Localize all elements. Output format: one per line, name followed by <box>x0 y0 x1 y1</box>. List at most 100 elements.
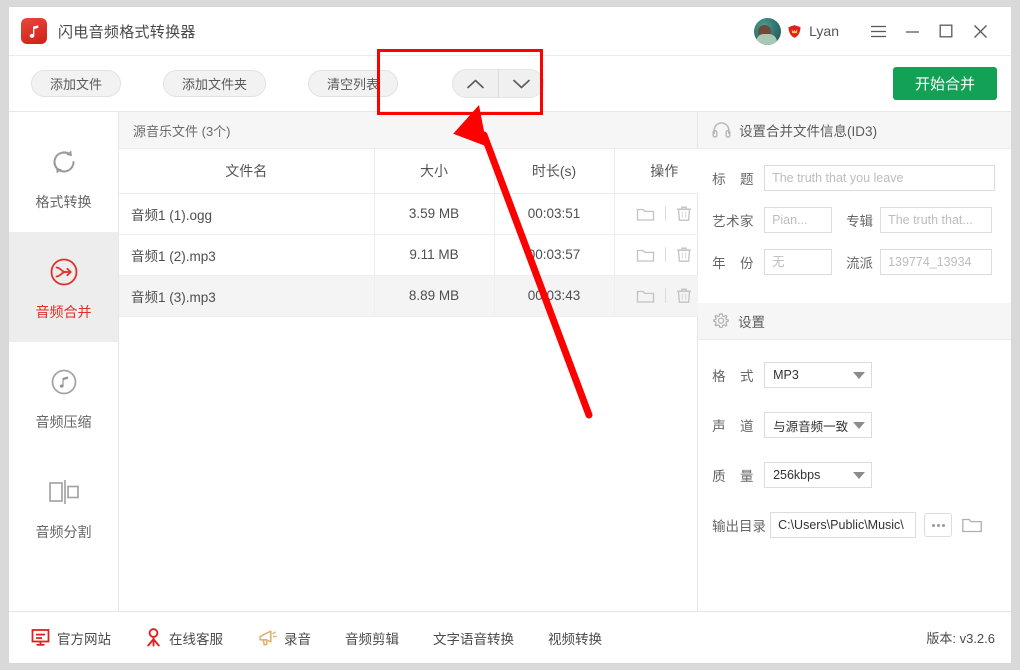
settings-section-title: 设置 <box>738 315 766 330</box>
year-genre-row: 年 份 无 流派 139774_13934 <box>712 249 995 275</box>
cell-size: 8.89 MB <box>373 275 494 317</box>
main-body: 格式转换 音频合并 音频压缩 音频分割 源音乐文件 (3个) 文件名 大小 时长… <box>9 112 1011 611</box>
record-audio-link[interactable]: 录音 <box>257 628 311 648</box>
table-row[interactable]: 音频1 (1).ogg 3.59 MB 00:03:51 <box>119 193 714 235</box>
title-input[interactable]: The truth that you leave <box>764 165 996 191</box>
album-input[interactable]: The truth that... <box>880 207 993 233</box>
sidebar-item-format-convert[interactable]: 格式转换 <box>9 122 118 232</box>
move-up-button[interactable] <box>453 70 498 97</box>
column-header-size: 大小 <box>373 149 494 194</box>
sidebar-item-label: 音频分割 <box>35 523 92 540</box>
start-merge-button[interactable]: 开始合并 <box>892 67 997 100</box>
artist-label: 艺术家 <box>712 214 755 229</box>
bottom-item-label: 文字语音转换 <box>433 631 514 647</box>
chevron-down-icon <box>853 371 866 379</box>
bottom-item-label: 视频转换 <box>548 631 602 647</box>
application-window: 闪电音频格式转换器 Lyan 添加文件 添加文件夹 清空列表 开始合并 格式转换… <box>8 6 1012 664</box>
clear-list-button[interactable]: 清空列表 <box>308 70 399 97</box>
folder-icon[interactable] <box>636 288 655 304</box>
trash-icon[interactable] <box>676 205 692 222</box>
format-value: MP3 <box>773 368 799 382</box>
move-order-group <box>452 69 545 98</box>
channel-row: 声 道 与源音频一致 <box>712 412 995 438</box>
ellipsis-browse-icon[interactable] <box>924 513 953 537</box>
open-folder-icon[interactable] <box>961 516 983 534</box>
move-down-button[interactable] <box>498 70 543 97</box>
settings-section-header: 设置 <box>698 303 1011 340</box>
person-support-icon <box>147 628 160 647</box>
quality-select[interactable]: 256kbps <box>764 462 873 488</box>
table-header-row: 文件名 大小 时长(s) 操作 <box>119 149 714 194</box>
id3-section-header: 设置合并文件信息(ID3) <box>698 112 1011 149</box>
folder-icon[interactable] <box>636 247 655 263</box>
maximize-icon[interactable] <box>929 16 963 46</box>
chevron-down-icon <box>853 471 866 479</box>
output-dir-label: 输出目录 <box>712 519 767 534</box>
add-folder-button[interactable]: 添加文件夹 <box>163 70 267 97</box>
file-list-panel: 源音乐文件 (3个) 文件名 大小 时长(s) 操作 音频1 (1).ogg 3… <box>119 112 714 611</box>
hamburger-menu-icon[interactable] <box>861 16 895 46</box>
sidebar-item-audio-merge[interactable]: 音频合并 <box>9 232 118 342</box>
monitor-website-icon <box>31 629 50 646</box>
text-to-speech-link[interactable]: 文字语音转换 <box>433 628 514 648</box>
file-list-header: 源音乐文件 (3个) <box>119 112 698 149</box>
video-convert-link[interactable]: 视频转换 <box>548 628 602 648</box>
operation-divider <box>665 288 667 303</box>
right-panel: 设置合并文件信息(ID3) 标 题 The truth that you lea… <box>698 112 1011 611</box>
add-file-button[interactable]: 添加文件 <box>31 70 122 97</box>
channel-label: 声 道 <box>712 419 755 434</box>
format-label: 格 式 <box>712 369 755 384</box>
cell-size: 9.11 MB <box>373 234 494 276</box>
user-account-area[interactable]: Lyan <box>754 17 839 45</box>
channel-select[interactable]: 与源音频一致 <box>764 412 873 438</box>
sidebar-item-audio-split[interactable]: 音频分割 <box>9 452 118 562</box>
chevron-down-icon <box>853 421 866 429</box>
chevron-up-icon <box>467 79 484 88</box>
title-label: 标 题 <box>712 172 755 187</box>
trash-icon[interactable] <box>676 246 692 263</box>
column-header-filename: 文件名 <box>119 149 374 194</box>
app-title: 闪电音频格式转换器 <box>58 23 196 41</box>
minimize-icon[interactable] <box>895 16 929 46</box>
online-support-link[interactable]: 在线客服 <box>145 628 223 648</box>
bottom-item-label: 录音 <box>284 631 311 647</box>
genre-input[interactable]: 139774_13934 <box>880 249 993 275</box>
title-field-row: 标 题 The truth that you leave <box>712 165 996 191</box>
toolbar: 添加文件 添加文件夹 清空列表 开始合并 <box>9 56 1011 112</box>
operation-divider <box>665 247 667 262</box>
genre-label: 流派 <box>846 256 874 271</box>
bottom-item-label: 在线客服 <box>169 631 223 647</box>
artist-input[interactable]: Pian... <box>764 207 833 233</box>
cell-duration: 00:03:51 <box>493 193 614 235</box>
cell-size: 3.59 MB <box>373 193 494 235</box>
album-label: 专辑 <box>846 214 874 229</box>
bottom-bar: 官方网站 在线客服 录音 音频剪辑 文字语音转换 视频转换 版本: v3.2.6 <box>9 611 1011 663</box>
artist-album-row: 艺术家 Pian... 专辑 The truth that... <box>712 207 995 233</box>
format-select[interactable]: MP3 <box>764 362 873 388</box>
quality-label: 质 量 <box>712 469 755 484</box>
table-row[interactable]: 音频1 (3).mp3 8.89 MB 00:03:43 <box>119 275 714 317</box>
close-icon[interactable] <box>963 16 997 46</box>
output-dir-input[interactable]: C:\Users\Public\Music\ <box>770 512 917 538</box>
column-header-duration: 时长(s) <box>493 149 614 194</box>
audio-edit-link[interactable]: 音频剪辑 <box>345 628 399 648</box>
avatar[interactable] <box>754 17 782 45</box>
sidebar-item-audio-compress[interactable]: 音频压缩 <box>9 342 118 452</box>
quality-value: 256kbps <box>773 468 821 482</box>
operation-divider <box>665 206 667 221</box>
cell-duration: 00:03:43 <box>493 275 614 317</box>
year-input[interactable]: 无 <box>764 249 833 275</box>
window-controls <box>861 16 997 46</box>
official-website-link[interactable]: 官方网站 <box>31 628 111 648</box>
folder-icon[interactable] <box>636 206 655 222</box>
cell-filename: 音频1 (1).ogg <box>119 193 374 235</box>
year-label: 年 份 <box>712 256 755 271</box>
sidebar-item-label: 音频压缩 <box>35 413 92 430</box>
file-list-empty-area <box>119 316 698 611</box>
bottom-item-label: 官方网站 <box>57 631 111 647</box>
sidebar-item-label: 音频合并 <box>35 303 92 320</box>
trash-icon[interactable] <box>676 287 692 304</box>
megaphone-record-icon <box>259 629 277 646</box>
cell-duration: 00:03:57 <box>493 234 614 276</box>
table-row[interactable]: 音频1 (2).mp3 9.11 MB 00:03:57 <box>119 234 714 276</box>
